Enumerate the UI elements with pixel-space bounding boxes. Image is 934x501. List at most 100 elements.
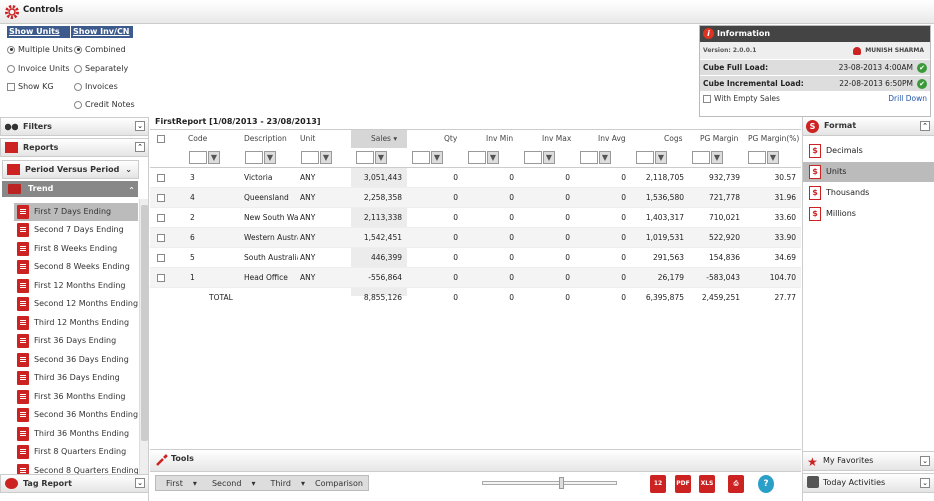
- nav-third[interactable]: Third ▾: [261, 479, 311, 488]
- list-item[interactable]: First 12 Months Ending: [14, 277, 138, 295]
- tag-report-header[interactable]: Tag Report ⌄: [0, 474, 149, 493]
- table-row[interactable]: 4 Queensland ANY 2,258,358 0 0 0 0 1,536,580 721,…: [150, 188, 801, 208]
- list-item[interactable]: Second 12 Months Ending: [14, 295, 138, 313]
- col-inv-max[interactable]: Inv Max: [542, 130, 571, 148]
- filter-inv-min[interactable]: ▼: [468, 151, 499, 164]
- col-inv-min[interactable]: Inv Min: [486, 130, 513, 148]
- calendar-icon[interactable]: 12: [650, 475, 666, 493]
- nav-comparison[interactable]: Comparison: [310, 479, 368, 488]
- filter-pg-margin[interactable]: ▼: [692, 151, 723, 164]
- filter-icon[interactable]: ▼: [487, 151, 499, 164]
- filter-input[interactable]: [356, 151, 374, 164]
- list-item[interactable]: Third 36 Days Ending: [14, 369, 138, 387]
- row-checkbox[interactable]: [157, 274, 165, 282]
- format-thousands[interactable]: $ Thousands: [803, 183, 934, 203]
- filter-code[interactable]: ▼: [189, 151, 220, 164]
- chevron-up-icon[interactable]: ⌃: [920, 121, 930, 131]
- filter-icon[interactable]: ▼: [711, 151, 723, 164]
- table-row[interactable]: 1 Head Office ANY -556,864 0 0 0 0 26,179 -583,04…: [150, 268, 801, 288]
- list-item[interactable]: First 8 Weeks Ending: [14, 240, 138, 258]
- checkbox-icon[interactable]: [7, 82, 15, 91]
- chevron-down-icon[interactable]: ⌄: [125, 161, 132, 178]
- list-item[interactable]: Second 7 Days Ending: [14, 221, 138, 239]
- filter-qty[interactable]: ▼: [412, 151, 443, 164]
- col-pg-margin[interactable]: PG Margin: [700, 130, 738, 148]
- row-checkbox[interactable]: [157, 194, 165, 202]
- radio-icon[interactable]: [7, 64, 15, 73]
- trend-group[interactable]: Trend ⌃: [2, 181, 138, 197]
- format-header[interactable]: S Format ⌃: [803, 117, 934, 136]
- filter-description[interactable]: ▼: [245, 151, 276, 164]
- drill-down-link[interactable]: Drill Down: [888, 91, 927, 107]
- filter-input[interactable]: [412, 151, 430, 164]
- filter-input[interactable]: [245, 151, 263, 164]
- filter-icon[interactable]: ▼: [543, 151, 555, 164]
- filter-icon[interactable]: ▼: [599, 151, 611, 164]
- nav-second[interactable]: Second ▾: [202, 479, 261, 488]
- chevron-up-icon[interactable]: ⌃: [128, 183, 135, 199]
- table-row[interactable]: 3 Victoria ANY 3,051,443 0 0 0 0 2,118,705 932,73…: [150, 168, 801, 188]
- reports-header[interactable]: Reports ⌃: [0, 138, 149, 157]
- list-item[interactable]: Third 36 Months Ending: [14, 425, 138, 443]
- table-row[interactable]: 5 South Australia ANY 446,399 0 0 0 0 291,563 154…: [150, 248, 801, 268]
- filter-inv-avg[interactable]: ▼: [580, 151, 611, 164]
- slider-handle[interactable]: [559, 477, 564, 489]
- filter-input[interactable]: [524, 151, 542, 164]
- col-code[interactable]: Code: [188, 130, 207, 148]
- radio-credit-notes[interactable]: Credit Notes: [74, 100, 135, 109]
- row-checkbox[interactable]: [157, 214, 165, 222]
- filters-header[interactable]: Filters ⌄: [0, 117, 149, 136]
- filter-pg-margin-pct[interactable]: ▼: [748, 151, 779, 164]
- filter-icon[interactable]: ▼: [375, 151, 387, 164]
- radio-icon[interactable]: [74, 45, 82, 54]
- col-cogs[interactable]: Cogs: [664, 130, 683, 148]
- filter-icon[interactable]: ▼: [767, 151, 779, 164]
- list-item[interactable]: First 8 Quarters Ending: [14, 443, 138, 461]
- radio-icon[interactable]: [74, 64, 82, 73]
- col-sales[interactable]: Sales ▾: [351, 130, 407, 148]
- printer-icon[interactable]: ⎙: [728, 475, 744, 493]
- filter-icon[interactable]: ▼: [264, 151, 276, 164]
- format-decimals[interactable]: $ Decimals: [803, 141, 934, 161]
- row-checkbox[interactable]: [157, 254, 165, 262]
- format-millions[interactable]: $ Millions: [803, 204, 934, 224]
- filter-inv-max[interactable]: ▼: [524, 151, 555, 164]
- col-pg-margin-pct[interactable]: PG Margin(%): [748, 130, 799, 148]
- radio-invoices[interactable]: Invoices: [74, 82, 118, 91]
- my-favorites-header[interactable]: ★ My Favorites ⌄: [803, 451, 934, 471]
- list-item[interactable]: Third 12 Months Ending: [14, 314, 138, 332]
- pdf-export-icon[interactable]: PDF: [675, 475, 691, 493]
- list-item[interactable]: First 36 Days Ending: [14, 332, 138, 350]
- chevron-down-icon[interactable]: ⌄: [920, 456, 930, 466]
- table-row[interactable]: 6 Western Austra ANY 1,542,451 0 0 0 0 1,019,531…: [150, 228, 801, 248]
- filter-icon[interactable]: ▼: [320, 151, 332, 164]
- row-checkbox[interactable]: [157, 174, 165, 182]
- empty-sales-checkbox[interactable]: [703, 95, 711, 103]
- filter-input[interactable]: [636, 151, 654, 164]
- radio-icon[interactable]: [74, 82, 82, 91]
- filter-icon[interactable]: ▼: [208, 151, 220, 164]
- list-item[interactable]: First 36 Months Ending: [14, 388, 138, 406]
- period-versus-period-item[interactable]: Period Versus Period ⌄: [2, 160, 139, 179]
- radio-icon[interactable]: [74, 100, 82, 109]
- chevron-down-icon[interactable]: ⌄: [135, 478, 145, 488]
- chevron-down-icon[interactable]: ⌄: [920, 478, 930, 488]
- left-scrollbar[interactable]: [139, 199, 148, 475]
- filter-unit[interactable]: ▼: [301, 151, 332, 164]
- nav-first[interactable]: First ▾: [156, 479, 202, 488]
- filter-icon[interactable]: ▼: [431, 151, 443, 164]
- radio-combined[interactable]: Combined: [74, 45, 126, 54]
- filter-input[interactable]: [468, 151, 486, 164]
- list-item[interactable]: Second 36 Days Ending: [14, 351, 138, 369]
- col-unit[interactable]: Unit: [300, 130, 315, 148]
- zoom-slider[interactable]: [482, 477, 617, 489]
- list-item[interactable]: Second 36 Months Ending: [14, 406, 138, 424]
- table-row[interactable]: 2 New South Wa ANY 2,113,338 0 0 0 0 1,403,317 71…: [150, 208, 801, 228]
- filter-input[interactable]: [189, 151, 207, 164]
- filter-cogs[interactable]: ▼: [636, 151, 667, 164]
- col-qty[interactable]: Qty: [444, 130, 457, 148]
- radio-multiple-units[interactable]: Multiple Units: [7, 45, 73, 54]
- radio-invoice-units[interactable]: Invoice Units: [7, 64, 70, 73]
- chevron-up-icon[interactable]: ⌃: [135, 142, 145, 152]
- filter-input[interactable]: [692, 151, 710, 164]
